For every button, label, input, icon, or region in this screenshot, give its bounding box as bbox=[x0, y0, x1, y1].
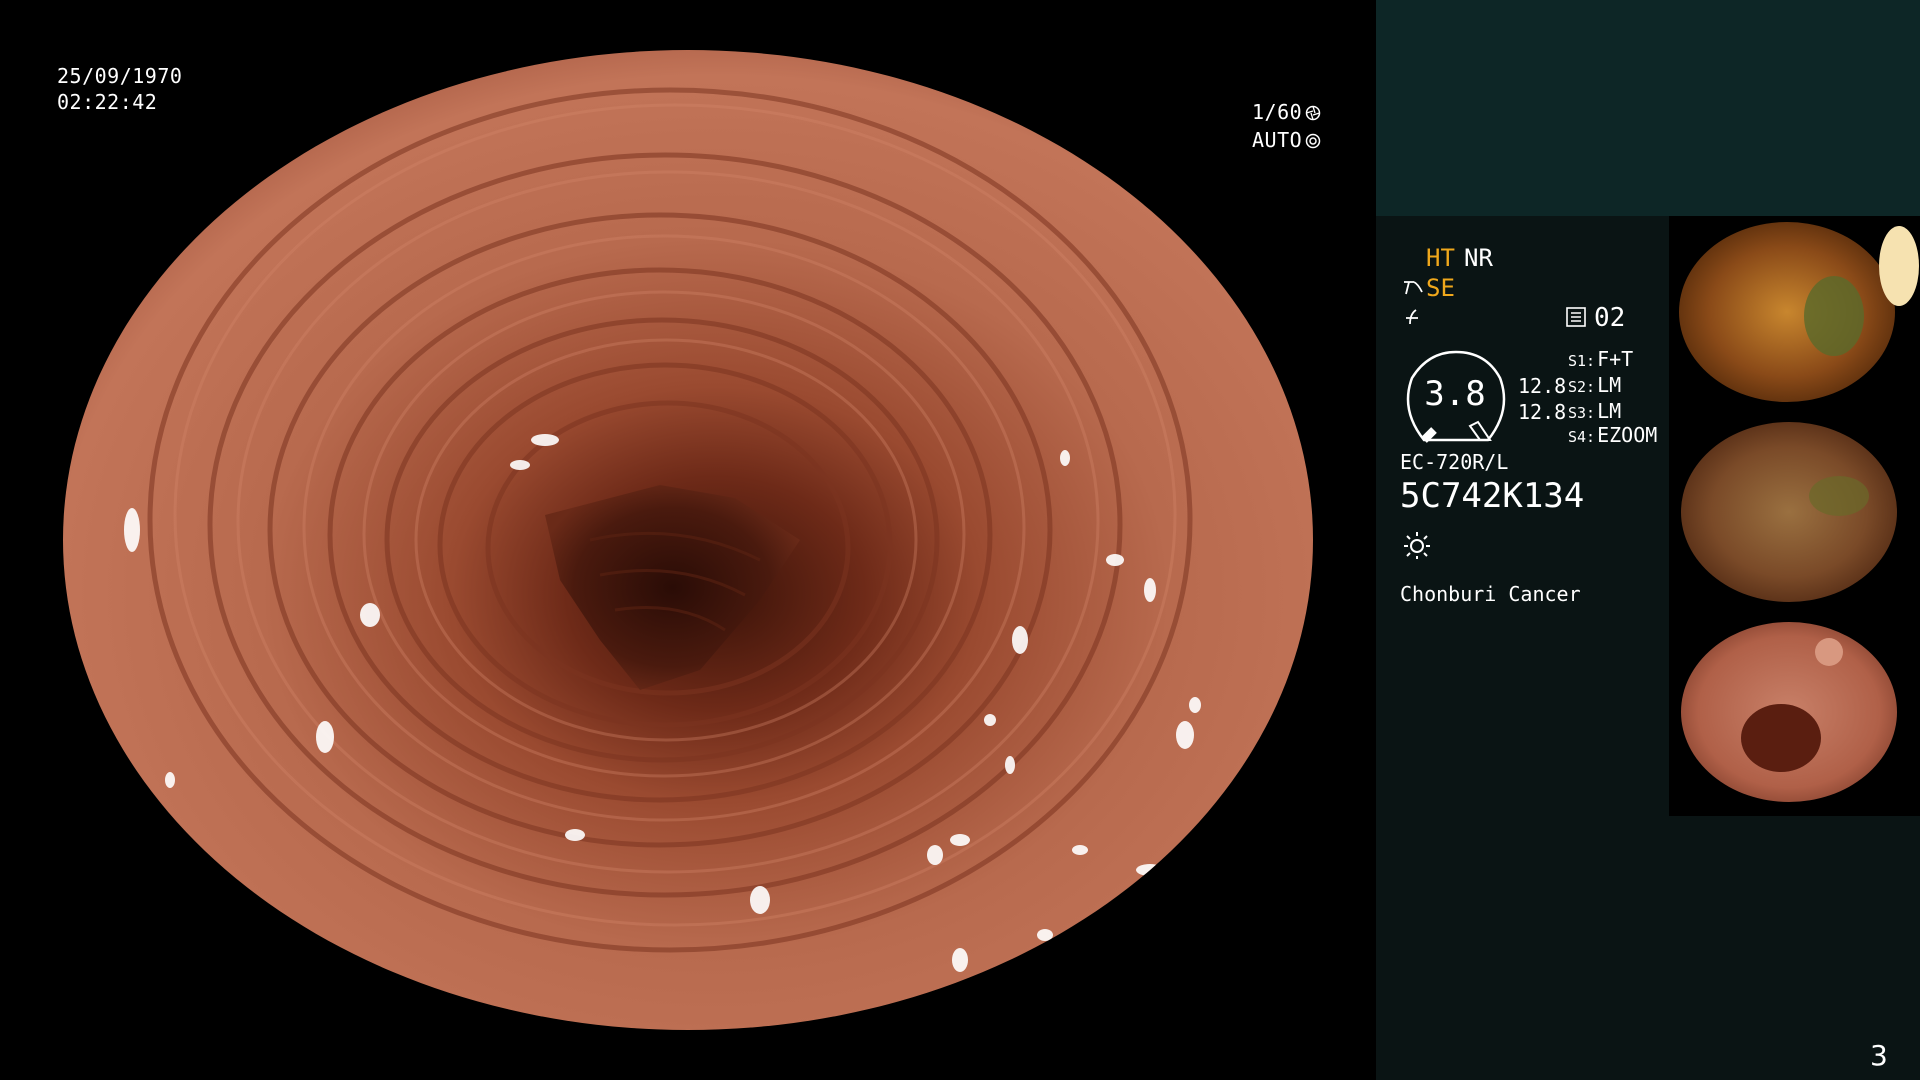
record-number: 02 bbox=[1594, 303, 1626, 333]
switch-value: LM bbox=[1597, 373, 1622, 397]
shutter-speed-value: 1/60 bbox=[1252, 100, 1303, 124]
switch-key: S4: bbox=[1568, 428, 1596, 446]
exam-date: 25/09/1970 bbox=[57, 64, 183, 88]
structure-enhancement-icon bbox=[1404, 281, 1423, 295]
page-number: 3 bbox=[1870, 1039, 1888, 1072]
colon-lumen-image bbox=[63, 50, 1313, 1030]
switch-key: S1: bbox=[1568, 352, 1596, 370]
captured-image-thumbnail[interactable] bbox=[1669, 616, 1920, 816]
scope-model: EC-720R/L bbox=[1400, 450, 1509, 474]
se-indicator: SE bbox=[1426, 274, 1455, 302]
auto-exposure-icon bbox=[1305, 133, 1321, 149]
scope-serial: 5C742K134 bbox=[1400, 476, 1585, 516]
shutter-speed: 1/60 bbox=[1252, 98, 1321, 126]
switch-s2: S2: LM bbox=[1568, 372, 1621, 400]
nr-indicator: NR bbox=[1464, 244, 1493, 272]
ht-indicator: HT bbox=[1426, 244, 1455, 272]
hospital-name: Chonburi Cancer bbox=[1400, 582, 1581, 606]
exam-time: 02:22:42 bbox=[57, 90, 158, 114]
info-panel: HT NR SE 02 3.8 12.8 12.8 S1: F+T S2: LM S… bbox=[1376, 0, 1920, 1080]
switch-key: S2: bbox=[1568, 378, 1596, 396]
switch-value: EZOOM bbox=[1597, 423, 1658, 447]
gauge-value: 3.8 bbox=[1424, 374, 1486, 414]
thumbnail-image bbox=[1681, 622, 1897, 802]
light-source-icon bbox=[1404, 532, 1430, 559]
gauge-side-value-top: 12.8 bbox=[1518, 374, 1567, 398]
thumbnail-image bbox=[1679, 222, 1919, 402]
switch-s1: S1: F+T bbox=[1568, 346, 1633, 374]
exposure-mode: AUTO bbox=[1252, 126, 1321, 154]
record-counter-icon bbox=[1566, 307, 1586, 327]
switch-value: LM bbox=[1597, 399, 1622, 423]
exposure-mode-value: AUTO bbox=[1252, 128, 1303, 152]
switch-key: S3: bbox=[1568, 404, 1596, 422]
info-panel-header bbox=[1376, 0, 1920, 216]
switch-value: F+T bbox=[1597, 347, 1634, 371]
gauge-side-value-bottom: 12.8 bbox=[1518, 400, 1567, 424]
aperture-icon bbox=[1305, 105, 1321, 121]
thumbnail-image bbox=[1681, 422, 1897, 602]
switch-s4: S4: EZOOM bbox=[1568, 422, 1657, 450]
captured-image-thumbnail[interactable] bbox=[1669, 416, 1920, 616]
endoscope-main-view: 25/09/1970 02:22:42 1/60 AUTO bbox=[0, 0, 1376, 1080]
filter-icon bbox=[1406, 309, 1418, 325]
captured-image-thumbnail[interactable] bbox=[1669, 216, 1920, 416]
